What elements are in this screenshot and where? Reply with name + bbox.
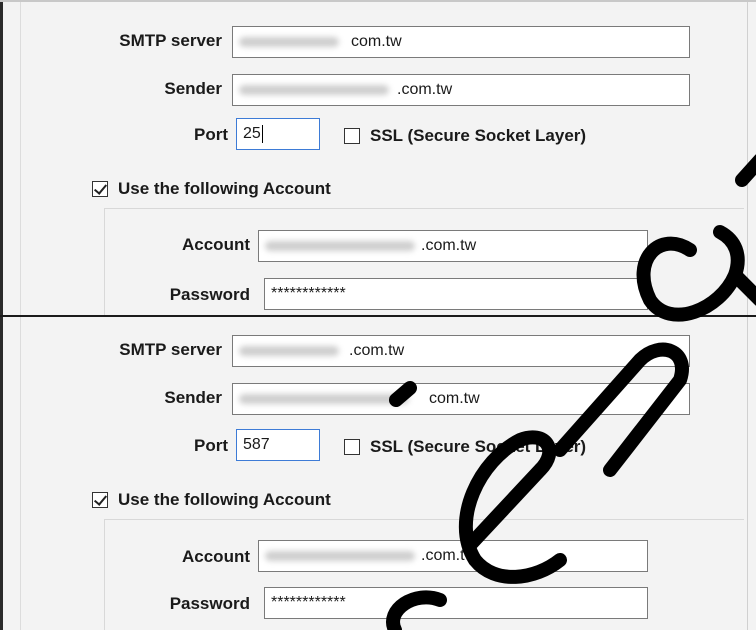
account-label: Account bbox=[182, 235, 250, 254]
sender-input[interactable]: .com.tw bbox=[232, 74, 690, 106]
smtp-server-value: com.tw bbox=[351, 33, 402, 50]
account-input[interactable]: .com.tw bbox=[258, 230, 648, 262]
port-label: Port bbox=[194, 125, 228, 144]
use-account-label: Use the following Account bbox=[118, 179, 331, 198]
mail-settings-panel-top: SMTP server com.tw Sender .com.tw Port 2… bbox=[0, 0, 756, 315]
sender-input[interactable]: com.tw bbox=[232, 383, 690, 415]
redacted-text bbox=[239, 345, 339, 356]
smtp-server-input[interactable]: .com.tw bbox=[232, 335, 690, 367]
use-account-checkbox[interactable] bbox=[92, 492, 108, 508]
account-value: .com.tw bbox=[421, 237, 477, 254]
smtp-server-value: .com.tw bbox=[349, 342, 405, 359]
ssl-checkbox[interactable] bbox=[344, 439, 360, 455]
password-label: Password bbox=[169, 285, 250, 304]
window-edge bbox=[0, 2, 3, 315]
ssl-label: SSL (Secure Socket Layer) bbox=[370, 126, 587, 145]
account-label: Account bbox=[182, 547, 250, 566]
text-caret bbox=[261, 124, 263, 143]
password-value: ************ bbox=[271, 594, 346, 611]
smtp-server-input[interactable]: com.tw bbox=[232, 26, 690, 58]
redacted-text bbox=[239, 393, 409, 404]
ssl-label: SSL (Secure Socket Layer) bbox=[370, 437, 587, 456]
ssl-checkbox[interactable] bbox=[344, 128, 360, 144]
smtp-server-label: SMTP server bbox=[119, 340, 222, 359]
use-account-label: Use the following Account bbox=[118, 490, 331, 509]
password-label: Password bbox=[169, 594, 250, 613]
redacted-text bbox=[239, 84, 389, 95]
redacted-text bbox=[265, 550, 415, 561]
ssl-checkbox-row[interactable]: SSL (Secure Socket Layer) bbox=[344, 126, 586, 146]
port-input[interactable]: 25 bbox=[236, 118, 320, 150]
use-account-checkbox-row[interactable]: Use the following Account bbox=[92, 179, 331, 199]
sender-value: com.tw bbox=[429, 390, 480, 407]
sender-label: Sender bbox=[164, 79, 222, 98]
use-account-checkbox[interactable] bbox=[92, 181, 108, 197]
ssl-checkbox-row[interactable]: SSL (Secure Socket Layer) bbox=[344, 437, 586, 457]
port-value: 25 bbox=[243, 125, 261, 142]
window-divider bbox=[747, 2, 748, 315]
smtp-server-label: SMTP server bbox=[119, 31, 222, 50]
redacted-text bbox=[265, 240, 415, 251]
window-divider bbox=[747, 317, 748, 630]
window-divider bbox=[20, 2, 21, 315]
port-value: 587 bbox=[243, 436, 270, 453]
account-value: .com.tw bbox=[421, 547, 477, 564]
redacted-text bbox=[239, 36, 339, 47]
password-value: ************ bbox=[271, 285, 346, 302]
password-input[interactable]: ************ bbox=[264, 587, 648, 619]
sender-value: .com.tw bbox=[397, 81, 453, 98]
sender-label: Sender bbox=[164, 388, 222, 407]
port-input[interactable]: 587 bbox=[236, 429, 320, 461]
account-input[interactable]: .com.tw bbox=[258, 540, 648, 572]
password-input[interactable]: ************ bbox=[264, 278, 648, 310]
port-label: Port bbox=[194, 436, 228, 455]
mail-settings-panel-bottom: SMTP server .com.tw Sender com.tw Port 5… bbox=[0, 315, 756, 630]
window-edge bbox=[0, 317, 3, 630]
window-divider bbox=[20, 317, 21, 630]
use-account-checkbox-row[interactable]: Use the following Account bbox=[92, 490, 331, 510]
